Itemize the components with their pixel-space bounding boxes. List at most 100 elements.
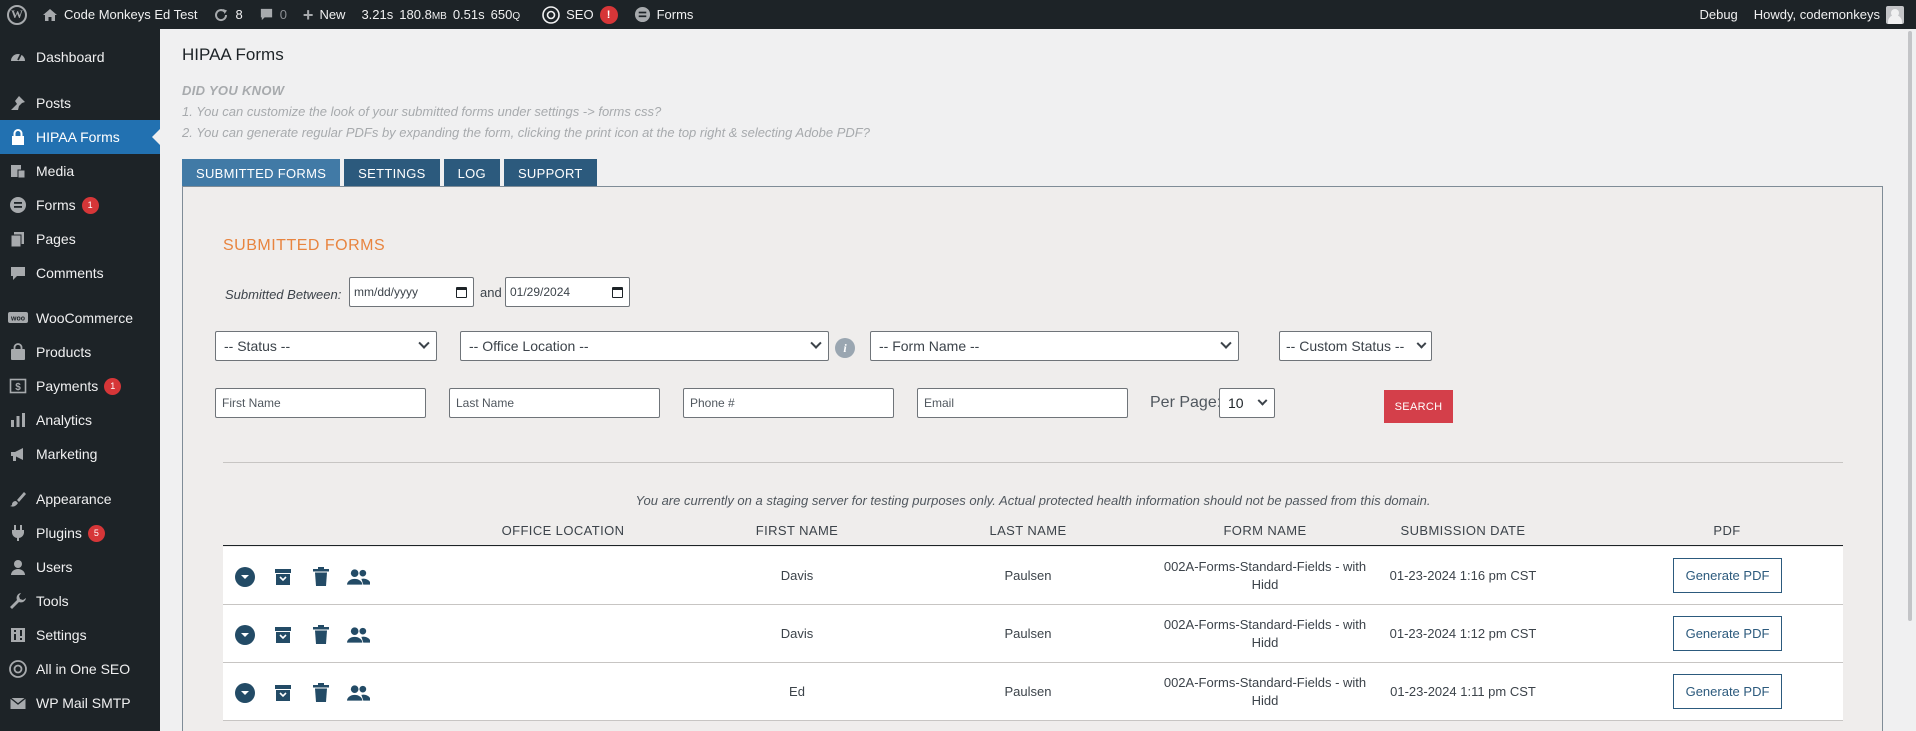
- tab-settings[interactable]: SETTINGS: [344, 159, 440, 188]
- scrollbar-thumb[interactable]: [1908, 31, 1912, 621]
- chevron-down-icon: [1220, 337, 1232, 349]
- tab-support[interactable]: SUPPORT: [503, 159, 597, 188]
- archive-icon[interactable]: [271, 565, 294, 588]
- query-monitor-stats[interactable]: 3.21s 180.8MB 0.51s 650Q: [353, 0, 534, 29]
- sidebar-item-marketing[interactable]: Marketing: [0, 437, 160, 471]
- sidebar-item-label: Payments: [36, 378, 99, 394]
- generate-pdf-button[interactable]: Generate PDF: [1673, 616, 1782, 651]
- generate-pdf-button[interactable]: Generate PDF: [1673, 674, 1782, 709]
- woo-icon: woo: [8, 308, 28, 328]
- mail-icon: [8, 693, 28, 713]
- cell-first-name: Ed: [789, 684, 805, 700]
- did-you-know-tip-2: 2. You can generate regular PDFs by expa…: [182, 125, 870, 140]
- sidebar-item-comments[interactable]: Comments: [0, 256, 160, 290]
- updates-link[interactable]: 8: [205, 0, 250, 29]
- sidebar-item-settings[interactable]: Settings: [0, 618, 160, 652]
- comments-count: 0: [279, 7, 287, 22]
- expand-icon[interactable]: [233, 565, 256, 588]
- sidebar-item-payments[interactable]: $ Payments 1: [0, 369, 160, 403]
- sidebar-item-label: Posts: [36, 95, 72, 111]
- status-select[interactable]: -- Status --: [215, 331, 437, 361]
- comments-link[interactable]: 0: [251, 0, 295, 29]
- forms-menu[interactable]: Forms: [626, 0, 702, 29]
- archive-icon[interactable]: [271, 623, 294, 646]
- email-input[interactable]: Email: [917, 388, 1128, 418]
- seo-label: SEO: [566, 7, 594, 22]
- phone-input[interactable]: Phone #: [683, 388, 894, 418]
- sidebar-item-media[interactable]: Media: [0, 154, 160, 188]
- search-button[interactable]: SEARCH: [1384, 390, 1453, 423]
- and-label: and: [480, 285, 502, 300]
- trash-icon[interactable]: [309, 623, 332, 646]
- sidebar-item-dashboard[interactable]: Dashboard: [0, 40, 160, 74]
- last-name-input[interactable]: Last Name: [449, 388, 660, 418]
- cell-submission-date: 01-23-2024 1:16 pm CST: [1389, 568, 1537, 584]
- sidebar-item-label: WooCommerce: [36, 310, 133, 326]
- table-row: Davis Paulsen 002A-Forms-Standard-Fields…: [223, 605, 1843, 663]
- calendar-icon[interactable]: [456, 286, 467, 298]
- sidebar-item-users[interactable]: Users: [0, 550, 160, 584]
- page-scrollbar[interactable]: [1904, 29, 1916, 731]
- office-location-select[interactable]: -- Office Location --: [460, 331, 829, 361]
- tab-submitted-forms[interactable]: SUBMITTED FORMS: [182, 159, 341, 188]
- sidebar-item-woocommerce[interactable]: woo WooCommerce: [0, 301, 160, 335]
- sidebar-item-analytics[interactable]: Analytics: [0, 403, 160, 437]
- archive-icon[interactable]: [271, 681, 294, 704]
- trash-icon[interactable]: [309, 565, 332, 588]
- sidebar-item-label: Marketing: [36, 446, 98, 462]
- wrench-icon: [8, 591, 28, 611]
- sidebar-item-tools[interactable]: Tools: [0, 584, 160, 618]
- sidebar-item-pages[interactable]: Pages: [0, 222, 160, 256]
- plugins-count-badge: 5: [87, 524, 105, 542]
- home-icon: [42, 7, 58, 23]
- sidebar-item-wp-mail-smtp[interactable]: WP Mail SMTP: [0, 686, 160, 720]
- wordpress-logo-icon[interactable]: W: [0, 0, 34, 29]
- stat-queries: 650Q: [490, 7, 521, 22]
- custom-status-select[interactable]: -- Custom Status --: [1279, 331, 1432, 361]
- section-title: SUBMITTED FORMS: [223, 237, 386, 254]
- sidebar-item-label: Pages: [36, 231, 76, 247]
- sidebar-item-plugins[interactable]: Plugins 5: [0, 516, 160, 550]
- date-from-input[interactable]: mm/dd/yyyy: [349, 277, 474, 307]
- sidebar-item-posts[interactable]: Posts: [0, 86, 160, 120]
- forms-icon: [634, 6, 651, 23]
- forms-count-badge: 1: [81, 196, 99, 214]
- new-content-link[interactable]: + New: [295, 0, 354, 29]
- expand-icon[interactable]: [233, 623, 256, 646]
- stat-memory: 180.8MB: [399, 7, 447, 22]
- staging-notice: You are currently on a staging server fo…: [635, 493, 1431, 508]
- per-page-select[interactable]: 10: [1219, 388, 1275, 418]
- tab-log[interactable]: LOG: [443, 159, 500, 188]
- chevron-down-icon: [1257, 395, 1268, 406]
- sidebar-item-forms[interactable]: Forms 1: [0, 188, 160, 222]
- sidebar-item-products[interactable]: Products: [0, 335, 160, 369]
- site-name-link[interactable]: Code Monkeys Ed Test: [34, 0, 205, 29]
- sidebar-item-hipaa-forms[interactable]: HIPAA Forms: [0, 120, 160, 154]
- seo-menu[interactable]: SEO !: [534, 0, 625, 29]
- calendar-icon[interactable]: [612, 286, 623, 298]
- debug-link[interactable]: Debug: [1691, 0, 1745, 29]
- users-icon[interactable]: [347, 681, 370, 704]
- user-icon: [8, 557, 28, 577]
- users-icon[interactable]: [347, 623, 370, 646]
- my-account-menu[interactable]: Howdy, codemonkeys: [1746, 0, 1916, 29]
- sidebar-item-label: Analytics: [36, 412, 93, 428]
- sidebar-item-label: WP Mail SMTP: [36, 695, 131, 711]
- date-to-input[interactable]: 01/29/2024: [505, 277, 630, 307]
- sidebar-item-appearance[interactable]: Appearance: [0, 482, 160, 516]
- first-name-input[interactable]: First Name: [215, 388, 426, 418]
- table-row: Ed Paulsen 002A-Forms-Standard-Fields - …: [223, 663, 1843, 721]
- per-page-label: Per Page:: [1150, 394, 1222, 411]
- info-icon[interactable]: i: [835, 338, 855, 358]
- stat-query-time: 0.51s: [452, 7, 485, 22]
- trash-icon[interactable]: [309, 681, 332, 704]
- generate-pdf-button[interactable]: Generate PDF: [1673, 558, 1782, 593]
- sidebar-item-label: Appearance: [36, 491, 112, 507]
- table-header: OFFICE LOCATION FIRST NAME LAST NAME FOR…: [223, 517, 1843, 546]
- cell-office-location: [483, 663, 643, 721]
- expand-icon[interactable]: [233, 681, 256, 704]
- form-name-select[interactable]: -- Form Name --: [870, 331, 1239, 361]
- sidebar-item-all-in-one-seo[interactable]: All in One SEO: [0, 652, 160, 686]
- users-icon[interactable]: [347, 565, 370, 588]
- row-actions: [233, 623, 370, 646]
